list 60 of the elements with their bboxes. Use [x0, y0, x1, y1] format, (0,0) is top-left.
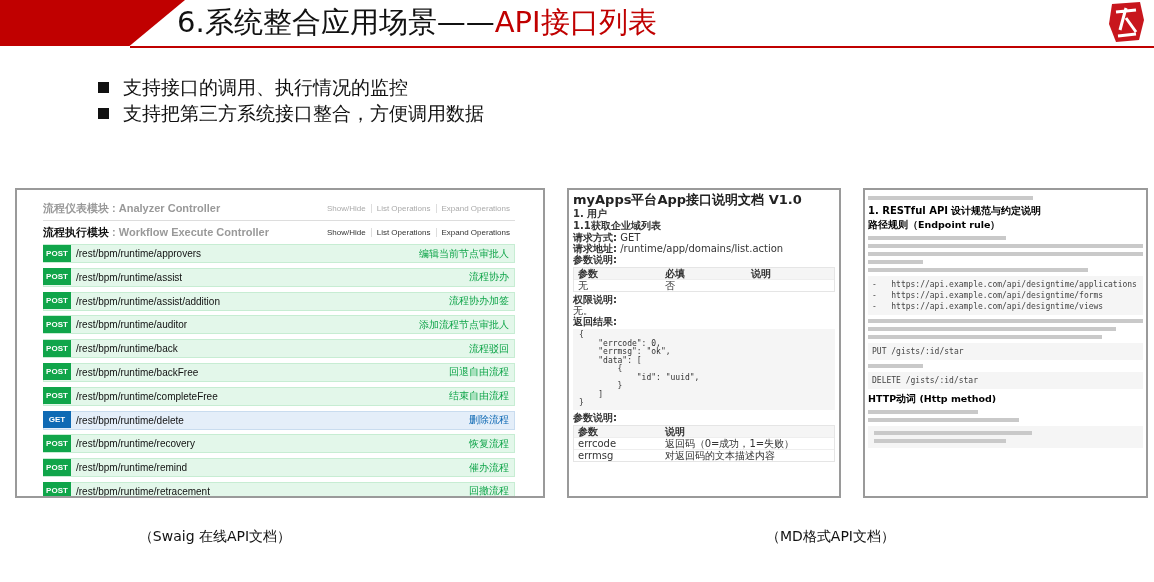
method-label: GET: [43, 411, 71, 429]
method-label: POST: [43, 363, 71, 381]
endpoint-row[interactable]: POST /rest/bpm/runtime/assist/addition 流程协办加签: [43, 291, 515, 311]
table-header: 说明: [663, 425, 686, 437]
endpoint-row[interactable]: POST /rest/bpm/runtime/remind 催办流程: [43, 458, 515, 478]
bullet-icon: [98, 81, 109, 93]
caption: （MD格式API文档）: [765, 528, 896, 546]
method-label: POST: [43, 387, 71, 405]
operations-link[interactable]: Show/Hide: [322, 228, 371, 237]
code-block: PUT /gists/:id/star: [868, 343, 1143, 360]
doc-heading: 1. 用户: [573, 208, 609, 220]
doc-text: 返回结果:: [573, 316, 618, 327]
bullet-icon: [98, 107, 109, 119]
bullet-text: 支持接口的调用、执行情况的监控: [123, 75, 408, 100]
doc-text: 请求方式: GET: [573, 232, 642, 243]
code-block: DELETE /gists/:id/star: [868, 372, 1143, 389]
operations-link[interactable]: List Operations: [370, 228, 436, 237]
method-label: POST: [43, 339, 71, 357]
doc-heading: HTTP动词 (Http method): [868, 392, 998, 406]
method-label: POST: [43, 434, 71, 452]
table-cell-text: 返回码（0=成功，1=失败）: [663, 437, 796, 449]
endpoint-row[interactable]: POST /rest/bpm/runtime/completeFree 结束自由流程: [43, 386, 515, 406]
doc-text: 无。: [573, 305, 593, 316]
method-label: POST: [43, 292, 71, 310]
module-title: 流程仪表模块 : Analyzer Controller: [43, 201, 221, 216]
endpoint-row[interactable]: POST /rest/bpm/runtime/auditor 添加流程节点审批人: [43, 315, 515, 335]
doc-heading: 1.1获取企业域列表: [573, 220, 662, 232]
doc-text: 参数说明:: [573, 411, 618, 423]
doc-text: 参数说明:: [573, 254, 618, 265]
method-label: POST: [43, 315, 71, 333]
table-cell-text: errcode: [577, 437, 618, 449]
doc-heading: 路径规则（Endpoint rule）: [868, 218, 1002, 232]
doc-text: 请求地址: /runtime/app/domains/list.action: [573, 243, 785, 254]
method-label: POST: [43, 244, 71, 262]
doc-title: 1. RESTful API 设计规范与约定说明: [868, 204, 1043, 218]
code-block: - https://api.example.com/api/designtime/applications - https://api.example.com/api/designtime/forms - https://api.example.com/api/designtime/views: [868, 276, 1143, 315]
table-header: 参数: [577, 268, 599, 279]
table-header: 说明: [750, 268, 773, 279]
module-title: 流程执行模块 : Workflow Execute Controller: [43, 225, 269, 240]
endpoint-row[interactable]: POST /rest/bpm/runtime/back 流程驳回: [43, 339, 515, 359]
table-cell-text: 否: [663, 280, 676, 291]
doc-text: 权限说明:: [573, 294, 618, 305]
code-block: { "errcode": 0, "errmsg": "ok", "data": [ { "id": "uuid", } ] }: [573, 329, 835, 410]
operations-link[interactable]: Expand Operations: [435, 228, 515, 237]
endpoint-row[interactable]: POST /rest/bpm/runtime/approvers 编辑当前节点审批人: [43, 244, 515, 263]
endpoint-row[interactable]: POST /rest/bpm/runtime/backFree 回退自由流程: [43, 363, 515, 382]
table-cell-text: 无: [577, 280, 589, 291]
bullet-text: 支持把第三方系统接口整合，方便调用数据: [123, 101, 484, 126]
method-label: POST: [43, 268, 71, 286]
method-label: POST: [43, 458, 71, 476]
table-header: 必填: [663, 268, 686, 279]
table-cell-text: errmsg: [577, 449, 615, 461]
doc-title: myApps平台App接口说明文档 V1.0: [573, 192, 803, 208]
method-label: POST: [43, 482, 71, 496]
caption: （Swaig 在线API文档）: [137, 528, 293, 546]
endpoint-row[interactable]: POST /rest/bpm/runtime/recovery 恢复流程: [43, 434, 515, 454]
table-cell-text: 对返回码的文本描述内容: [663, 449, 776, 461]
endpoint-row[interactable]: POST /rest/bpm/runtime/assist 流程协办: [43, 267, 515, 287]
slide-title: 6.系统整合应用场景——API接口列表: [177, 4, 658, 41]
table-header: 参数: [577, 425, 599, 437]
